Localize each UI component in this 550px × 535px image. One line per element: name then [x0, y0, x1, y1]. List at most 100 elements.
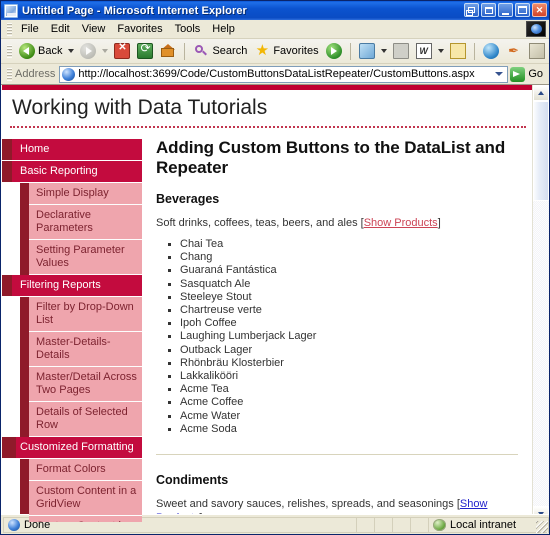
msn-button[interactable]: ✒ [503, 42, 525, 60]
menu-favorites[interactable]: Favorites [111, 22, 168, 36]
sidebar-item-basic-reporting[interactable]: Basic Reporting [8, 161, 142, 183]
restore-group-button[interactable] [464, 3, 479, 17]
sidebar-item-home[interactable]: Home [8, 139, 142, 161]
status-pane-2 [375, 517, 393, 533]
toolbar-separator-3 [474, 43, 475, 60]
back-dropdown-icon[interactable] [68, 49, 74, 53]
site-title: Working with Data Tutorials [2, 90, 532, 126]
edit-dropdown-icon[interactable] [438, 49, 444, 53]
search-button[interactable]: Search [190, 42, 250, 60]
sidebar-item-simple-display[interactable]: Simple Display [29, 183, 142, 205]
category-description-tail: ] [438, 217, 441, 229]
ie-logo-icon [526, 21, 546, 37]
menu-help[interactable]: Help [206, 22, 241, 36]
go-label: Go [528, 68, 543, 80]
list-item: Ipoh Coffee [166, 317, 518, 330]
forward-icon [80, 43, 96, 59]
list-item: Chai Tea [166, 238, 518, 251]
security-zone-label: Local intranet [450, 519, 516, 531]
home-button[interactable] [157, 42, 179, 60]
sidebar-item-master-details-details[interactable]: Master-Details-Details [29, 332, 142, 367]
list-item: Sasquatch Ale [166, 278, 518, 291]
scrollbar-thumb[interactable] [533, 101, 549, 201]
menu-view[interactable]: View [76, 22, 112, 36]
menu-bar: File Edit View Favorites Tools Help [1, 20, 549, 39]
sidebar-item-setting-parameter-values[interactable]: Setting Parameter Values [29, 240, 142, 275]
minimize-button[interactable] [498, 3, 513, 17]
discuss-button[interactable] [447, 42, 469, 60]
media-icon [326, 43, 342, 59]
close-button[interactable]: ✕ [532, 3, 547, 17]
address-grip[interactable] [7, 68, 12, 81]
page-viewport: Working with Data Tutorials Home Basic R… [1, 85, 549, 522]
page-body: Home Basic Reporting Simple Display Decl… [2, 128, 532, 522]
list-item: Rhönbräu Klosterbier [166, 357, 518, 370]
refresh-button[interactable] [134, 42, 156, 60]
mail-button[interactable] [390, 42, 412, 60]
sidebar-item-declarative-parameters[interactable]: Declarative Parameters [29, 205, 142, 240]
menu-file[interactable]: File [15, 22, 45, 36]
sidebar-item-details-of-selected-row[interactable]: Details of Selected Row [29, 402, 142, 437]
page-globe-icon [62, 68, 75, 81]
sidebar-item-custom-content-detailsview[interactable]: Custom Content in a DetailsView [29, 516, 142, 522]
restore-button[interactable] [481, 3, 496, 17]
address-input[interactable]: http://localhost:3699/Code/CustomButtons… [59, 66, 508, 83]
edit-button[interactable]: W [413, 42, 435, 60]
history-dropdown-icon[interactable] [381, 49, 387, 53]
menu-grip[interactable] [7, 23, 12, 36]
list-item: Laughing Lumberjack Lager [166, 330, 518, 343]
title-bar: Untitled Page - Microsoft Internet Explo… [1, 1, 549, 20]
address-dropdown-icon[interactable] [491, 67, 506, 82]
sidebar-item-filter-by-drop-down-list[interactable]: Filter by Drop-Down List [29, 297, 142, 332]
research-button[interactable] [526, 42, 548, 60]
address-bar: Address http://localhost:3699/Code/Custo… [1, 64, 549, 85]
back-button[interactable]: Back [16, 42, 65, 60]
go-button[interactable]: Go [510, 67, 549, 82]
sidebar-item-filtering-reports[interactable]: Filtering Reports [8, 275, 142, 297]
search-icon [193, 43, 209, 59]
browser-window: Untitled Page - Microsoft Internet Explo… [0, 0, 550, 535]
zone-globe-icon [433, 519, 446, 531]
maximize-button[interactable] [515, 3, 530, 17]
page-icon [4, 4, 18, 18]
status-pane-1 [357, 517, 375, 533]
category-heading-beverages: Beverages [156, 192, 518, 206]
vertical-scrollbar[interactable] [532, 85, 549, 522]
window-controls: ✕ [464, 3, 547, 17]
toolbar-grip[interactable] [7, 45, 12, 58]
forward-button[interactable] [77, 42, 99, 60]
media-button[interactable] [323, 42, 345, 60]
security-zone-pane[interactable]: Local intranet [429, 517, 549, 533]
address-url-text: http://localhost:3699/Code/CustomButtons… [78, 68, 491, 80]
sidebar-item-customized-formatting[interactable]: Customized Formatting [2, 437, 142, 459]
list-item: Outback Lager [166, 344, 518, 357]
product-list-beverages: Chai Tea Chang Guaraná Fantástica Sasqua… [166, 238, 518, 436]
menu-edit[interactable]: Edit [45, 22, 76, 36]
search-label: Search [212, 45, 247, 57]
favorites-button[interactable]: ★ Favorites [251, 42, 321, 60]
sidebar-item-format-colors[interactable]: Format Colors [29, 459, 142, 481]
history-icon [359, 43, 375, 59]
stop-icon [114, 43, 130, 59]
status-pane-3 [393, 517, 411, 533]
list-item: Steeleye Stout [166, 291, 518, 304]
forward-dropdown-icon[interactable] [102, 49, 108, 53]
list-item: Lakkalikööri [166, 370, 518, 383]
history-button[interactable] [356, 42, 378, 60]
scroll-up-button[interactable] [533, 85, 549, 101]
list-item: Chang [166, 251, 518, 264]
resize-grip[interactable] [536, 521, 548, 533]
show-products-link-beverages[interactable]: Show Products [364, 217, 438, 229]
messenger-globe-icon [483, 43, 499, 59]
page-title: Adding Custom Buttons to the DataList an… [156, 138, 518, 178]
messenger-button[interactable] [480, 42, 502, 60]
stop-button[interactable] [111, 42, 133, 60]
menu-tools[interactable]: Tools [169, 22, 207, 36]
sidebar-item-custom-content-gridview[interactable]: Custom Content in a GridView [29, 481, 142, 516]
status-pane-4 [411, 517, 429, 533]
back-label: Back [38, 45, 62, 57]
toolbar: Back Search ★ Favorites [1, 39, 549, 64]
web-page: Working with Data Tutorials Home Basic R… [1, 85, 532, 522]
sidebar-item-master-detail-across-two-pages[interactable]: Master/Detail Across Two Pages [29, 367, 142, 402]
list-item: Acme Soda [166, 423, 518, 436]
